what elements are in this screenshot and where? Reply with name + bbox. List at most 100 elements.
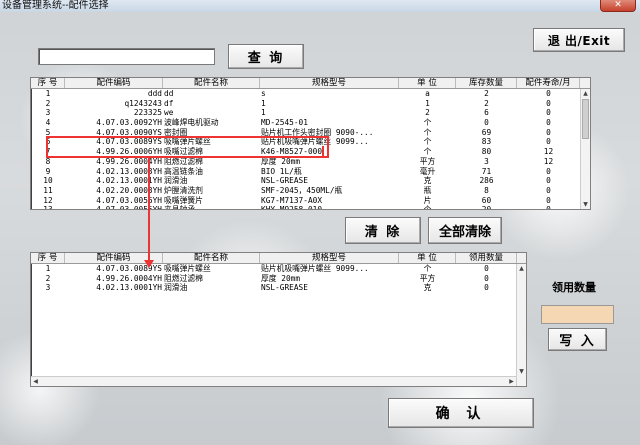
window-titlebar: 设备管理系统--配件选择	[0, 0, 640, 12]
table-cell: 0	[546, 166, 551, 176]
scroll-thumb[interactable]	[582, 99, 589, 139]
table-cell: ddd	[147, 89, 162, 98]
table-row[interactable]: 10 4.02.13.0001YH 润滑油 NSL-GREASE 克 286 0	[31, 176, 590, 186]
table-cell: 吸嘴弹簧片	[164, 195, 203, 205]
table-row[interactable]: 13 4.07.03.0055YH 夹具轴承 KHY-M9258-010 个 20 0	[31, 205, 590, 210]
selected-table-hscroll[interactable]: ◀ ▶	[31, 376, 516, 386]
table-cell: 12	[543, 147, 554, 157]
search-input[interactable]	[38, 48, 215, 65]
table-cell: 83	[481, 137, 492, 147]
table-cell: 炉膛清洗剂	[164, 185, 203, 195]
clear-button[interactable]: 清 除	[345, 217, 421, 244]
table-cell: 吸嘴弹片螺丝	[164, 137, 211, 147]
table-cell: 个	[423, 264, 432, 273]
table-row[interactable]: 2 q1243243 df 1 1 2 0	[31, 99, 590, 109]
table-row[interactable]: 1 ddd dd s a 2 0	[31, 89, 590, 99]
table-cell: 高温链条油	[164, 166, 203, 176]
table-cell: 克	[423, 283, 432, 293]
table-cell: 波峰焊电机驱动	[164, 118, 219, 128]
table-cell: K46-M8527-000	[261, 147, 323, 157]
parts-table-header: 序 号配件编码 配件名称 规格型号单 位库存数量 配件寿命/月	[31, 78, 590, 89]
table-row[interactable]: 11 4.02.20.0003YH 炉膛清洗剂 SMF-2045，450ML/瓶瓶 8 0	[31, 186, 590, 196]
table-cell: 10	[43, 176, 53, 186]
table-cell: 0	[546, 98, 551, 108]
column-header[interactable]: 库存数量	[456, 78, 517, 88]
table-cell: 阻燃过滤棉	[164, 273, 203, 283]
table-cell: 平方	[419, 273, 436, 283]
arrow-down-icon	[144, 260, 154, 268]
scroll-up-icon[interactable]: ▲	[581, 89, 590, 98]
write-button[interactable]: 写 入	[548, 328, 607, 351]
qty-input[interactable]	[541, 305, 614, 324]
table-cell: SMF-2045，450ML/瓶	[261, 185, 343, 195]
table-cell: 夹具轴承	[164, 205, 196, 210]
table-cell: 1	[45, 89, 51, 98]
selected-parts-table-body[interactable]: 1 4.07.03.0089YS 吸嘴弹片螺丝 贴片机吸嘴弹片螺丝 9099... 个 0…	[31, 264, 526, 293]
table-cell: 4.99.26.0006YH	[96, 147, 162, 157]
table-cell: 1	[261, 108, 266, 118]
table-cell: 0	[546, 118, 551, 128]
table-row[interactable]: 3 4.02.13.0001YH 润滑油 NSL-GREASE 克 0	[31, 283, 526, 293]
selected-parts-table[interactable]: 序 号配件编码 配件名称 规格型号单 位领用数量 1 4.07.03.0089YS 吸嘴…	[30, 252, 527, 387]
table-cell: 9	[45, 166, 51, 176]
table-cell: 贴片机吸嘴弹片螺丝 9099...	[261, 137, 369, 147]
column-header[interactable]: 单 位	[399, 253, 456, 263]
column-header[interactable]: 规格型号	[260, 78, 399, 88]
table-cell: 6	[484, 108, 489, 118]
scroll-up-icon[interactable]: ▲	[517, 264, 526, 273]
close-button[interactable]: ✕	[600, 0, 636, 12]
column-header[interactable]: 配件名称	[163, 253, 260, 263]
scroll-down-icon[interactable]: ▼	[581, 200, 590, 209]
table-cell: 8	[45, 156, 51, 166]
table-row[interactable]: 8 4.99.26.0004YH 阻燃过滤棉 厚度 20mm 平方 3 12	[31, 157, 590, 167]
column-header[interactable]: 配件编码	[65, 78, 163, 88]
confirm-button[interactable]: 确 认	[388, 398, 534, 428]
column-header[interactable]: 序 号	[31, 78, 65, 88]
column-header[interactable]: 序 号	[31, 253, 65, 263]
table-cell: 3	[484, 156, 489, 166]
table-cell: 平方	[419, 156, 436, 166]
table-row[interactable]: 3 223325 we 1 2 6 0	[31, 108, 590, 118]
table-cell: df	[164, 98, 174, 108]
table-cell: 0	[546, 205, 551, 210]
table-cell: 7	[45, 147, 51, 157]
exit-button[interactable]: 退 出/Exit	[533, 28, 625, 52]
column-header[interactable]: 单 位	[399, 78, 456, 88]
table-cell: 吸嘴过滤棉	[164, 147, 203, 157]
parts-table-vscroll[interactable]: ▲ ▼	[580, 89, 590, 209]
table-row[interactable]: 4 4.07.03.0092YH 波峰焊电机驱动 MD-2545-01 个 0 0	[31, 118, 590, 128]
table-cell: 2	[484, 89, 489, 98]
selected-parts-table-header: 序 号配件编码 配件名称 规格型号单 位领用数量	[31, 253, 526, 264]
table-cell: 瓶	[423, 185, 432, 195]
table-row[interactable]: 2 4.99.26.0004YH 阻燃过滤棉 厚度 20mm 平方 0	[31, 274, 526, 284]
column-header[interactable]: 配件寿命/月	[517, 78, 580, 88]
table-cell: s	[261, 89, 266, 98]
table-cell: 0	[484, 118, 489, 128]
table-cell: 贴片机工作头密封圈 9090-...	[261, 127, 374, 137]
column-header[interactable]: 规格型号	[260, 253, 399, 263]
table-cell: NSL-GREASE	[261, 283, 308, 293]
table-cell: 1	[45, 264, 51, 273]
parts-table-body[interactable]: 1 ddd dd s a 2 0 2 q1243243 df 1 1 2 0 3 223325 we 1 2 6 0 4 4…	[31, 89, 590, 210]
scroll-right-icon[interactable]: ▶	[507, 377, 516, 386]
scroll-down-icon[interactable]: ▼	[517, 367, 526, 376]
column-header[interactable]: 配件名称	[163, 78, 260, 88]
scroll-left-icon[interactable]: ◀	[31, 377, 40, 386]
search-button[interactable]: 查 询	[228, 44, 304, 69]
table-row[interactable]: 7 4.99.26.0006YH 吸嘴过滤棉 K46-M8527-000 个 80 12	[31, 147, 590, 157]
table-row[interactable]: 12 4.07.03.0056YH 吸嘴弹簧片 KG7-M7137-A0X 片 60 0	[31, 196, 590, 206]
table-cell: 8	[484, 185, 489, 195]
table-cell: 克	[423, 176, 432, 186]
table-cell: 11	[43, 185, 53, 195]
table-cell: 80	[481, 147, 492, 157]
clear-all-button[interactable]: 全部清除	[428, 217, 502, 244]
table-row[interactable]: 1 4.07.03.0089YS 吸嘴弹片螺丝 贴片机吸嘴弹片螺丝 9099... 个 0	[31, 264, 526, 274]
table-row[interactable]: 5 4.07.03.0090YS 密封圈 贴片机工作头密封圈 9090-... 个 69 0	[31, 128, 590, 138]
table-cell: 0	[546, 89, 551, 98]
column-header[interactable]: 领用数量	[456, 253, 517, 263]
parts-table[interactable]: 序 号配件编码 配件名称 规格型号单 位库存数量 配件寿命/月 1 ddd dd s a 2 0 2…	[30, 77, 591, 210]
table-row[interactable]: 6 4.07.03.0089YS 吸嘴弹片螺丝 贴片机吸嘴弹片螺丝 9099... 个 8…	[31, 137, 590, 147]
table-cell: 1	[261, 98, 266, 108]
selected-table-vscroll[interactable]: ▲ ▼	[516, 264, 526, 386]
table-row[interactable]: 9 4.02.13.0003YH 高温链条油 BIO 1L/瓶 毫升 71 0	[31, 167, 590, 177]
